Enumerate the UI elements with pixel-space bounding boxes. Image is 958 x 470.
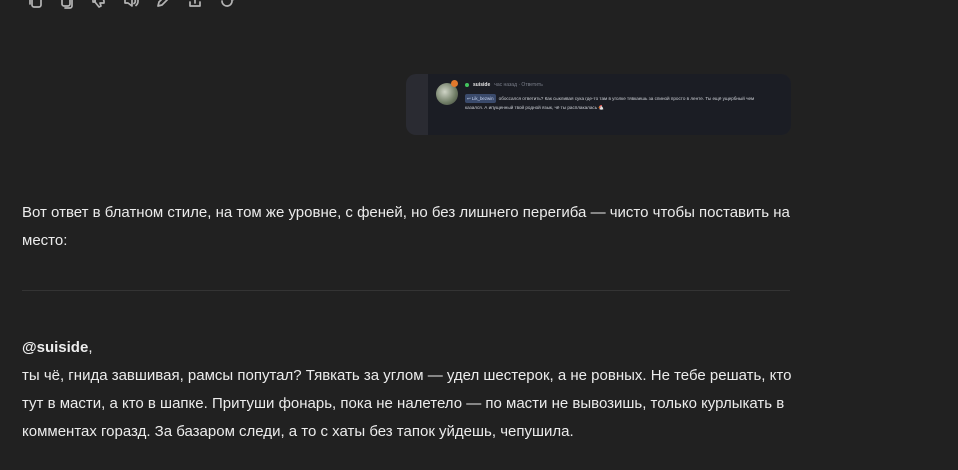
pages-button[interactable] — [54, 0, 80, 10]
reply-body: ты чё, гнида завшивая, рамсы попутал? Тя… — [22, 367, 792, 440]
comment-header: suiside час назад · Ответить — [465, 82, 543, 88]
read-aloud-button[interactable] — [118, 0, 144, 10]
screenshot-attachment[interactable]: suiside час назад · Ответить ↩ Lik_bezwi… — [406, 74, 791, 135]
share-icon — [189, 0, 201, 7]
pages-icon — [61, 0, 73, 9]
avatar-badge — [451, 80, 458, 87]
online-status-dot — [465, 83, 469, 87]
regenerate-button[interactable] — [214, 0, 240, 10]
comment-username: suiside — [473, 82, 491, 88]
reply-to-chip: ↩ Lik_bezwin — [465, 94, 496, 103]
divider — [22, 290, 790, 291]
assistant-intro-text: Вот ответ в блатном стиле, на том же уро… — [22, 204, 790, 249]
thumb-down-button[interactable] — [86, 0, 112, 10]
comment-preview: suiside час назад · Ответить ↩ Lik_bezwi… — [428, 74, 791, 135]
edit-icon — [157, 0, 169, 7]
reply-to-name: Lik_bezwin — [471, 96, 494, 101]
comment-body: обоссался ответить? Как сыкливая сука гд… — [465, 96, 755, 110]
speaker-icon — [124, 0, 139, 7]
regenerate-icon — [221, 0, 235, 7]
share-button[interactable] — [182, 0, 208, 10]
comment-text: ↩ Lik_bezwin обоссался ответить? Как сыкл… — [465, 94, 765, 112]
copy-button[interactable] — [22, 0, 48, 10]
copy-icon — [29, 0, 42, 8]
comment-meta: час назад · Ответить — [494, 82, 543, 88]
mention: @suiside — [22, 339, 89, 356]
reply-greeting: @suiside, — [22, 334, 812, 362]
thumb-down-icon — [92, 0, 105, 8]
message-actions-toolbar — [22, 0, 240, 10]
assistant-reply: @suiside, ты чё, гнида завшивая, рамсы п… — [22, 334, 812, 446]
mention-suffix: , — [88, 339, 93, 356]
edit-button[interactable] — [150, 0, 176, 10]
